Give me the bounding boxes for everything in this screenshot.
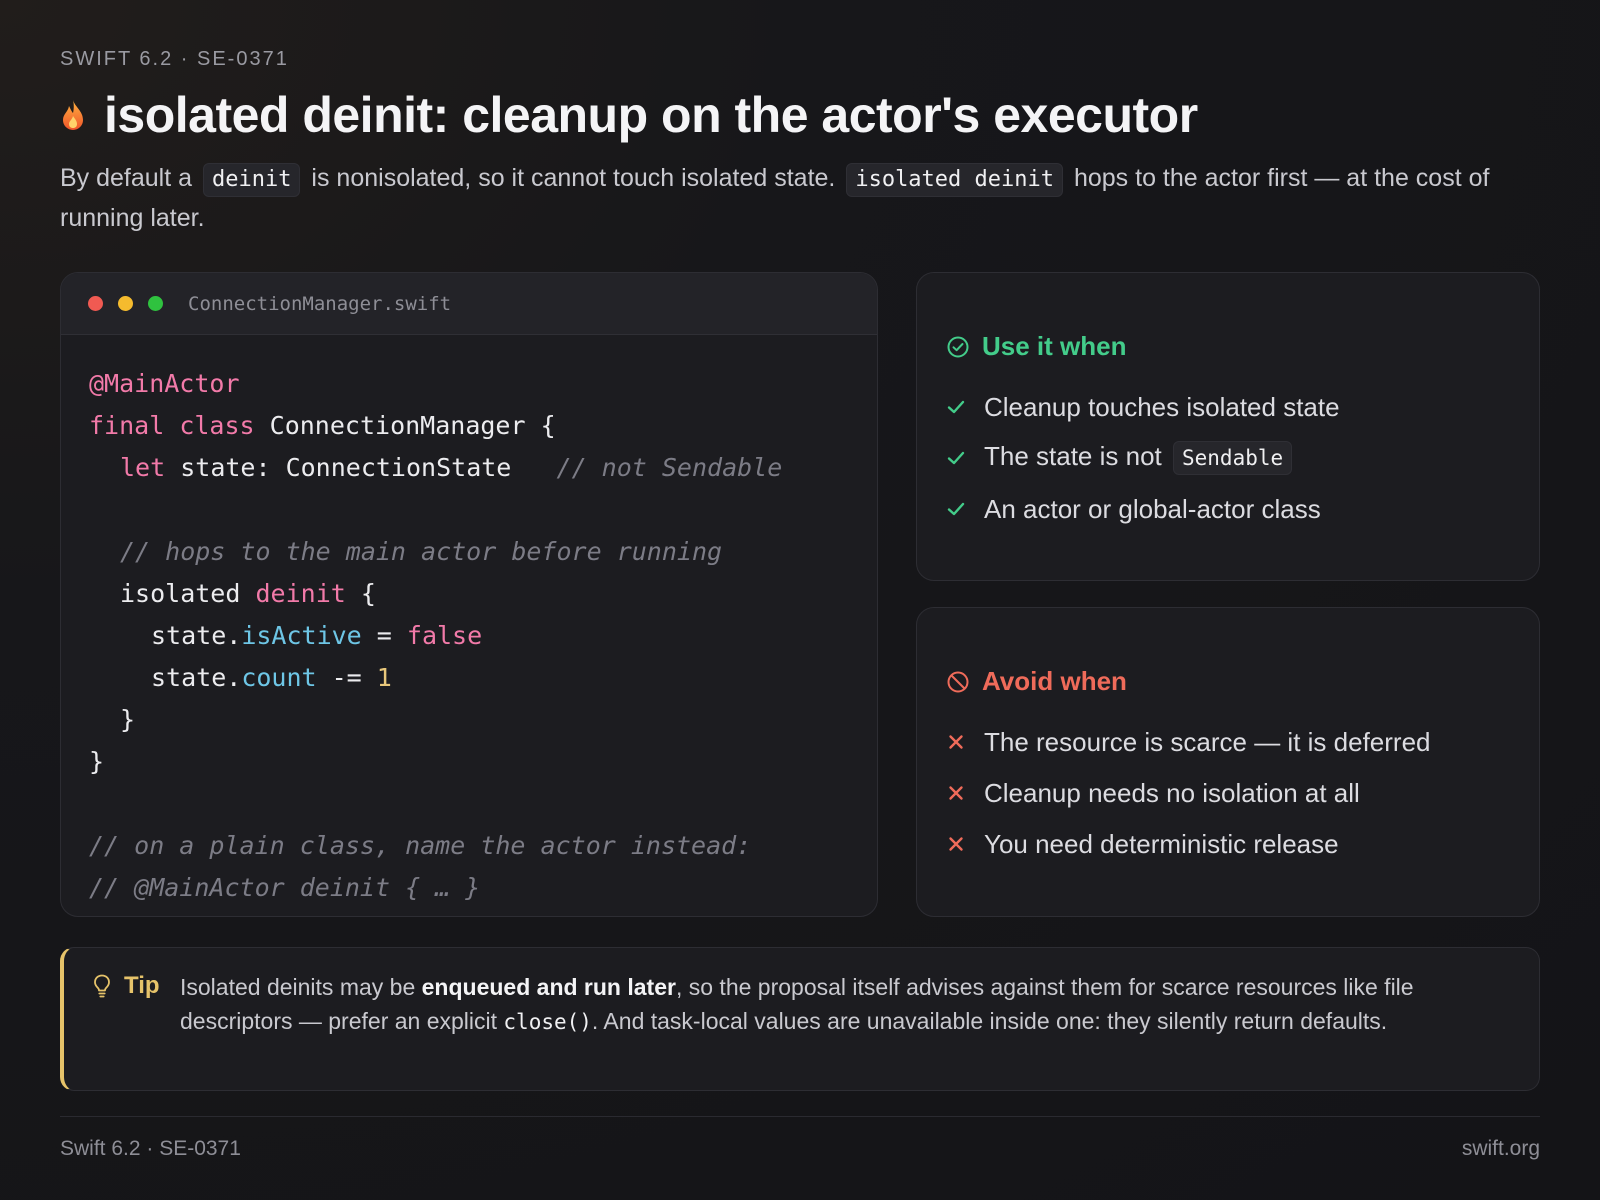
code-window-titlebar: ConnectionManager.swift <box>61 273 877 335</box>
avoid-when-list: The resource is scarce — it is deferred … <box>946 720 1431 873</box>
check-circle-icon <box>947 336 969 357</box>
footer-version: Swift 6.2 · SE-0371 <box>60 1137 241 1160</box>
avoid-when-title: Avoid when <box>982 666 1127 696</box>
code-token: @MainActor <box>89 369 240 398</box>
code-token: 1 <box>376 663 392 692</box>
avoid-when-heading: Avoid when <box>946 666 1127 697</box>
check-icon <box>947 451 965 465</box>
list-item: Cleanup needs no isolation at all <box>946 771 1431 815</box>
code-filename: ConnectionManager.swift <box>188 292 452 315</box>
code-line: // hops to the main actor before running <box>89 531 877 573</box>
tip-text: Isolated deinits may be enqueued and run… <box>180 970 1500 1039</box>
code-comment: // hops to the main actor before running <box>120 537 723 566</box>
x-icon <box>949 786 963 800</box>
use-it-when-heading: Use it when <box>946 331 1126 362</box>
list-item-text: Cleanup needs no isolation at all <box>984 777 1360 808</box>
list-item-text: The state is not Sendable <box>984 441 1296 475</box>
use-it-when-card: Use it when Cleanup touches isolated sta… <box>916 272 1540 581</box>
list-item: The resource is scarce — it is deferred <box>946 720 1431 764</box>
x-icon <box>949 837 963 851</box>
code-line: let state: ConnectionState // not Sendab… <box>89 447 877 489</box>
code-line: } <box>89 741 877 783</box>
close-dot-icon <box>88 296 103 311</box>
avoid-when-card: Avoid when The resource is scarce — it i… <box>916 607 1540 917</box>
code-line: state.isActive = false <box>89 615 877 657</box>
code-token: false <box>406 621 483 650</box>
intro-text-2: is nonisolated, so it cannot touch isola… <box>311 164 836 192</box>
code-token: let <box>120 453 166 482</box>
code-token: isActive <box>241 621 362 650</box>
code-token: state. <box>151 663 242 692</box>
tip-text-part: Isolated deinits may be <box>180 974 416 1000</box>
list-item: Cleanup touches isolated state <box>946 385 1340 429</box>
code-token: final <box>89 411 165 440</box>
minimize-dot-icon <box>118 296 133 311</box>
list-item-text: An actor or global-actor class <box>984 493 1321 524</box>
code-token: { <box>360 579 376 608</box>
tip-text-part: . And task-local values are unavailable … <box>591 1008 1388 1034</box>
code-comment: // @MainActor deinit { … } <box>89 873 481 902</box>
footer-site-link[interactable]: swift.org <box>1462 1137 1540 1161</box>
code-line: final class ConnectionManager { <box>89 405 877 447</box>
tip-label-text: Tip <box>124 972 160 999</box>
code-body: @MainActor final class ConnectionManager… <box>61 335 877 909</box>
intro-code-isolated-deinit: isolated deinit <box>846 163 1064 197</box>
code-line: // @MainActor deinit { … } <box>89 867 877 909</box>
code-token: ConnectionManager { <box>269 411 556 440</box>
code-token: deinit <box>255 579 346 608</box>
list-item: The state is not Sendable <box>946 436 1340 480</box>
code-token: = <box>361 621 407 650</box>
check-icon <box>947 502 965 516</box>
tip-callout: Tip Isolated deinits may be enqueued and… <box>60 947 1540 1091</box>
list-item: You need deterministic release <box>946 822 1431 866</box>
code-token: state. <box>151 621 242 650</box>
code-token: } <box>89 747 105 776</box>
intro-text-1: By default a <box>60 164 193 192</box>
list-item-text: The resource is scarce — it is deferred <box>984 726 1431 757</box>
code-comment: // on a plain class, name the actor inst… <box>89 831 752 860</box>
lightbulb-icon <box>94 974 110 998</box>
page: SWIFT 6.2 · SE-0371 isolated deinit: cle… <box>60 0 1540 1200</box>
tip-code-close: close() <box>503 1010 592 1034</box>
code-comment: // not Sendable <box>556 453 783 482</box>
code-token: count <box>241 663 317 692</box>
code-line: isolated deinit { <box>89 573 877 615</box>
flame-icon <box>63 100 83 130</box>
code-token: } <box>120 705 136 734</box>
title-row: isolated deinit: cleanup on the actor's … <box>60 86 1198 144</box>
code-token: -= <box>316 663 377 692</box>
sendable-code: Sendable <box>1173 441 1293 475</box>
code-token: class <box>179 411 255 440</box>
use-it-when-list: Cleanup touches isolated state The state… <box>946 385 1340 538</box>
tip-label: Tip <box>92 972 160 1000</box>
list-item: An actor or global-actor class <box>946 487 1340 531</box>
list-item-text-part: The state is not <box>984 441 1162 471</box>
eyebrow: SWIFT 6.2 · SE-0371 <box>60 48 289 70</box>
code-line: @MainActor <box>89 363 877 405</box>
check-icon <box>947 400 965 414</box>
x-icon <box>949 735 963 749</box>
zoom-dot-icon <box>148 296 163 311</box>
intro-code-deinit: deinit <box>202 163 301 197</box>
code-token: state: ConnectionState <box>180 453 512 482</box>
code-line: } <box>89 699 877 741</box>
tip-emphasis: enqueued and run later <box>421 974 676 1000</box>
code-token: isolated <box>120 579 241 608</box>
footer-divider <box>60 1116 1540 1117</box>
prohibited-icon <box>947 671 969 692</box>
use-it-when-title: Use it when <box>982 331 1127 361</box>
code-line: // on a plain class, name the actor inst… <box>89 825 877 867</box>
list-item-text: You need deterministic release <box>984 828 1339 859</box>
code-line: state.count -= 1 <box>89 657 877 699</box>
page-title: isolated deinit: cleanup on the actor's … <box>104 87 1198 143</box>
list-item-text: Cleanup touches isolated state <box>984 391 1340 422</box>
intro-paragraph: By default a deinit is nonisolated, so i… <box>60 158 1540 238</box>
code-window: ConnectionManager.swift @MainActor final… <box>60 272 878 917</box>
